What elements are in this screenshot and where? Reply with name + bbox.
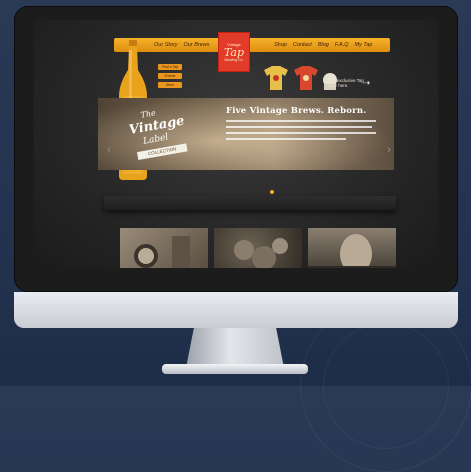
hero-body-text-lines [226, 120, 376, 144]
events-button[interactable]: Events [158, 73, 182, 79]
find-a-tap-button[interactable]: Find a Tap [158, 64, 182, 70]
nav-links-right: Shop Contact Blog F.A.Q My Tap [274, 38, 372, 52]
monitor-stand [186, 328, 284, 368]
brand-logo[interactable]: Vintage Tap Brewing Co. [218, 32, 250, 72]
nav-link-shop[interactable]: Shop [274, 42, 287, 48]
thumbnail-row [120, 228, 396, 268]
monitor-frame: Our Story Our Brews Shop Contact Blog F.… [14, 6, 458, 292]
nav-links-left: Our Story Our Brews [154, 38, 210, 52]
hero-text-line [226, 132, 376, 134]
logo-bottom-text: Brewing Co. [224, 58, 244, 62]
hero-title: Five Vintage Brews. Reborn. [226, 106, 367, 116]
carousel-shelf [104, 196, 396, 210]
monitor-stand-base [162, 364, 308, 374]
thumbnail-hops[interactable] [214, 228, 302, 268]
hero-text-line [226, 126, 372, 128]
top-nav-bar: Our Story Our Brews Shop Contact Blog F.… [114, 38, 390, 52]
side-button-group: Find a Tap Events Store [158, 64, 182, 88]
nav-link-our-story[interactable]: Our Story [154, 42, 178, 48]
monitor-chin [14, 292, 458, 328]
nav-link-faq[interactable]: F.A.Q [335, 42, 349, 48]
carousel-indicator-dot[interactable] [270, 190, 274, 194]
store-button[interactable]: Store [158, 82, 182, 88]
arrow-icon: ➝ [362, 78, 371, 89]
website-screen: Our Story Our Brews Shop Contact Blog F.… [34, 20, 438, 268]
nav-link-blog[interactable]: Blog [318, 42, 329, 48]
hero-text-line [226, 138, 346, 140]
logo-main-text: Tap [223, 46, 245, 59]
nav-link-my-tap[interactable]: My Tap [355, 42, 373, 48]
thumbnail-brewing-equipment[interactable] [120, 228, 208, 268]
chevron-right-icon[interactable]: › [384, 142, 394, 156]
hero-text-line [226, 120, 376, 122]
thumbnail-portrait[interactable] [308, 228, 396, 268]
chevron-left-icon[interactable]: ‹ [104, 142, 114, 156]
nav-link-contact[interactable]: Contact [293, 42, 312, 48]
nav-link-our-brews[interactable]: Our Brews [184, 42, 210, 48]
